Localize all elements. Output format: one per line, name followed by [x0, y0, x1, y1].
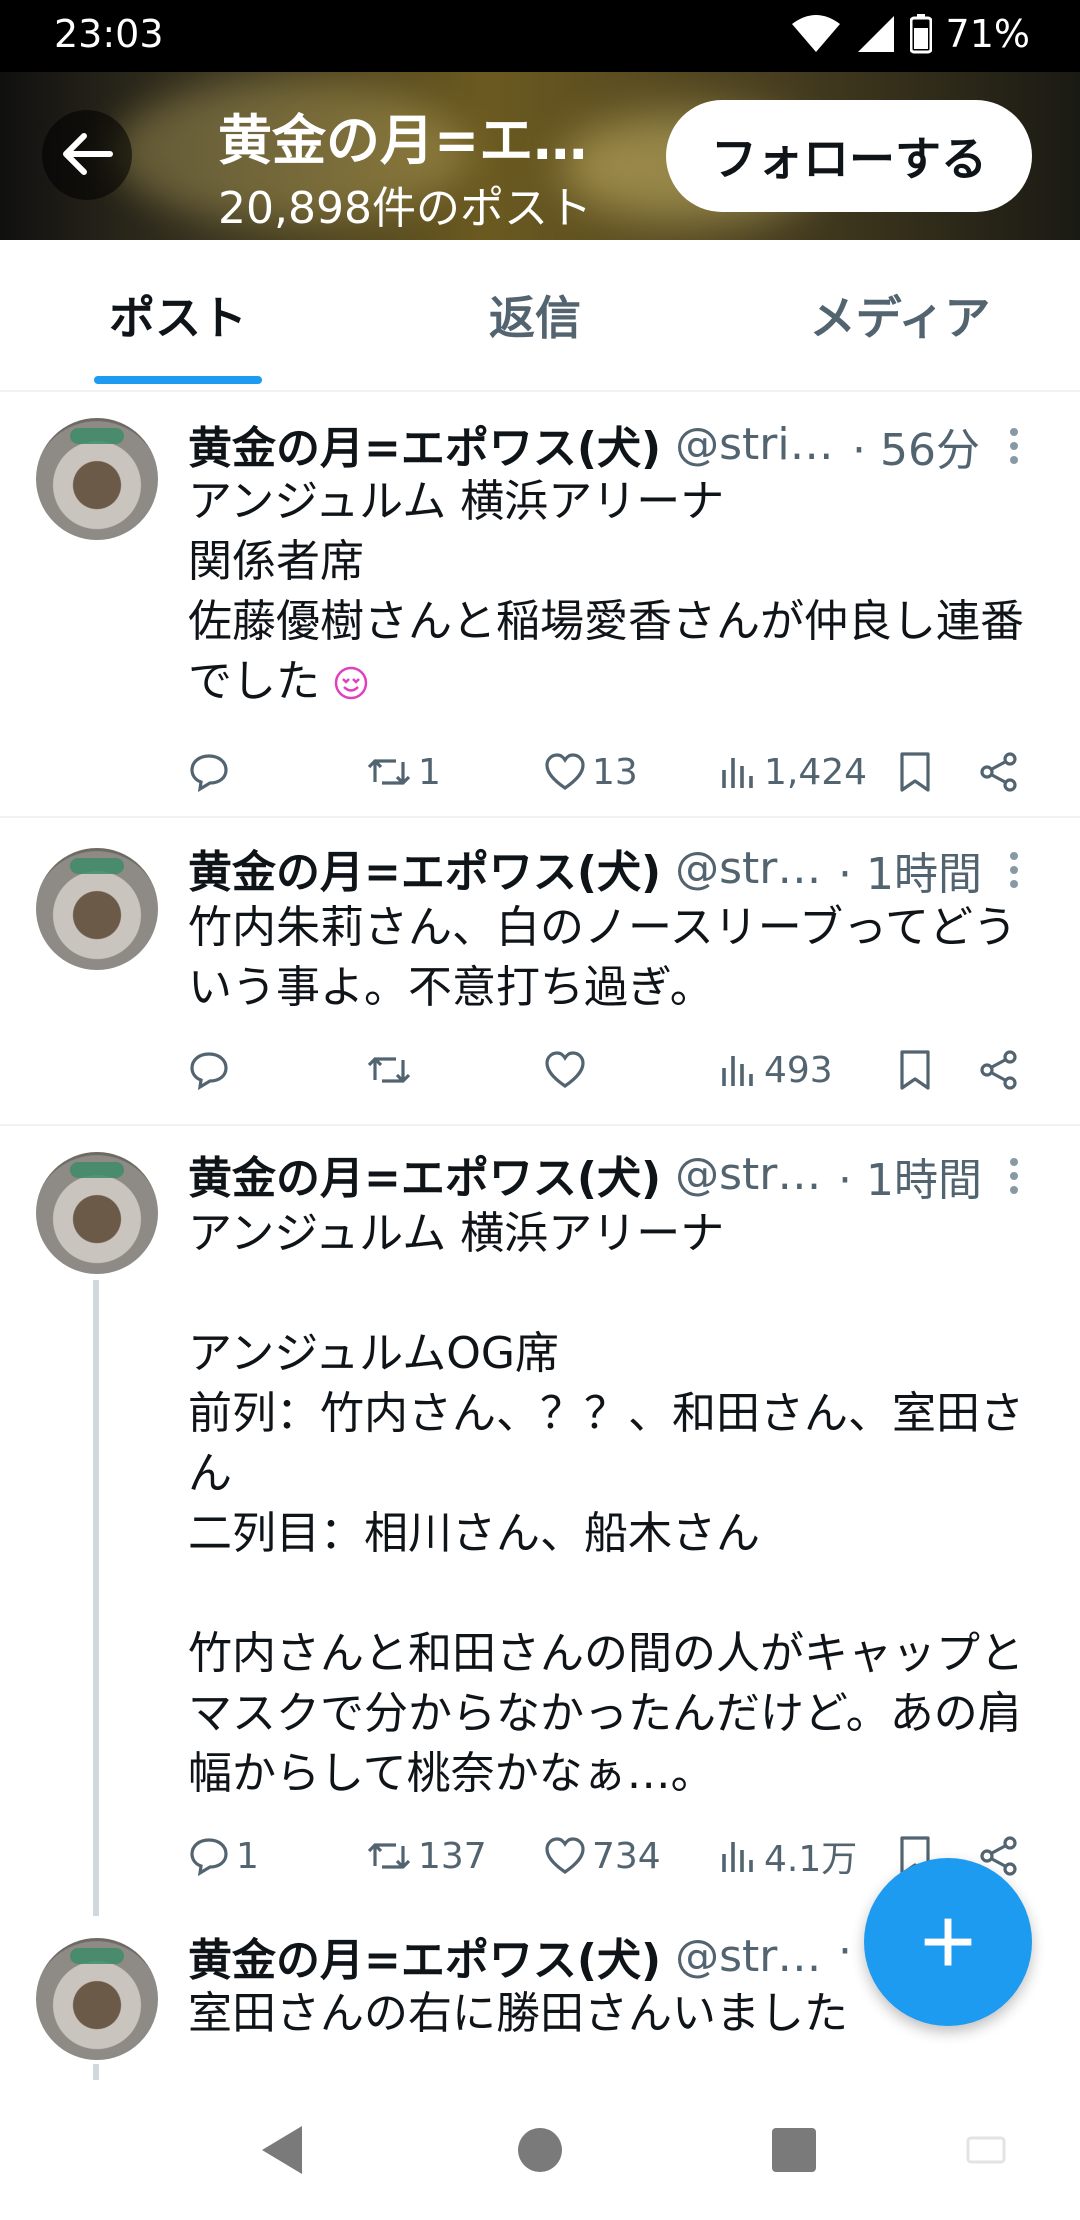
- reply-icon: [188, 752, 230, 792]
- tweet-author-handle: @stri…: [675, 1930, 828, 1982]
- like-button[interactable]: 13: [544, 742, 638, 802]
- reply-button[interactable]: [188, 1040, 236, 1100]
- back-button[interactable]: [42, 110, 132, 200]
- tweet[interactable]: 黄金の月=エポワス(犬) @strik… · 56分 アンジュルム 横浜アリーナ…: [0, 392, 1080, 818]
- like-button[interactable]: 734: [544, 1826, 661, 1886]
- reply-icon: [188, 1836, 230, 1876]
- battery-icon: [909, 14, 932, 54]
- follow-button[interactable]: フォローする: [666, 100, 1032, 212]
- tweet-time: · 1時間: [838, 1155, 982, 1206]
- reply-icon: [188, 1050, 230, 1090]
- retweet-count: 137: [418, 1835, 487, 1877]
- post-count: 20,898件のポスト: [218, 183, 592, 234]
- nav-recents-icon[interactable]: [764, 2120, 824, 2180]
- avatar[interactable]: [36, 418, 158, 540]
- views-button[interactable]: 1,424: [720, 742, 867, 802]
- view-count: 1,424: [764, 751, 868, 793]
- analytics-icon: [720, 1836, 758, 1876]
- tweet-author-name: 黄金の月=エポワス(犬): [188, 1935, 662, 1986]
- retweet-button[interactable]: [366, 1040, 418, 1100]
- tweet-text: 竹内朱莉さん、白のノースリーブってどう いう事よ。不意打ち過ぎ。: [188, 902, 1017, 1013]
- reply-count: 1: [236, 1835, 259, 1877]
- profile-header: 黄金の月=エ… 20,898件のポスト フォローする: [0, 72, 1080, 240]
- tweet-text-content: アンジュルム 横浜アリーナ 関係者席 佐藤優樹さんと稲場愛香さんが仲良し連番 で…: [188, 476, 1024, 707]
- nav-back-icon[interactable]: [252, 2120, 312, 2180]
- tab-posts[interactable]: ポスト: [60, 240, 296, 390]
- retweet-icon: [366, 1836, 412, 1876]
- bookmark-button[interactable]: [898, 742, 932, 802]
- tweet[interactable]: 黄金の月=エポワス(犬) @stri… · 1時間 竹内朱莉さん、白のノースリー…: [0, 818, 1080, 1126]
- views-button[interactable]: 493: [720, 1040, 833, 1100]
- analytics-icon: [720, 752, 758, 792]
- tab-media[interactable]: メディア: [780, 240, 1020, 390]
- tweet[interactable]: 黄金の月=エポワス(犬) @stri… · 1時間 アンジュルム 横浜アリーナ …: [0, 1126, 1080, 1916]
- tab-replies[interactable]: 返信: [420, 240, 650, 390]
- like-button[interactable]: [544, 1040, 592, 1100]
- wifi-icon: [790, 14, 842, 54]
- tweet-author-name: 黄金の月=エポワス(犬): [188, 1153, 662, 1204]
- view-count: 493: [764, 1049, 833, 1091]
- tweet-time: · 1時間: [838, 849, 982, 900]
- avatar[interactable]: [36, 1938, 158, 2060]
- bookmark-button[interactable]: [898, 1040, 932, 1100]
- more-options-icon[interactable]: [1010, 852, 1020, 894]
- bookmark-icon: [898, 751, 932, 793]
- heart-icon: [544, 1836, 586, 1876]
- rotate-icon[interactable]: [956, 2120, 1016, 2180]
- like-count: 734: [592, 1835, 661, 1877]
- status-bar: 23:03 71%: [0, 0, 1080, 72]
- share-button[interactable]: [978, 1040, 1020, 1100]
- share-icon: [978, 1049, 1020, 1091]
- tweet-time: ·: [838, 1926, 852, 1977]
- heart-icon: [544, 1050, 586, 1090]
- bookmark-icon: [898, 1049, 932, 1091]
- tweet-author-handle: @stri…: [675, 1148, 828, 1200]
- reply-button[interactable]: 1: [188, 1826, 259, 1886]
- retweet-count: 1: [418, 751, 441, 793]
- analytics-icon: [720, 1050, 758, 1090]
- signal-icon: [856, 14, 896, 54]
- avatar[interactable]: [36, 848, 158, 970]
- reply-button[interactable]: [188, 742, 236, 802]
- status-time: 23:03: [54, 12, 164, 56]
- like-count: 13: [592, 751, 638, 793]
- retweet-icon: [366, 752, 412, 792]
- share-icon: [978, 751, 1020, 793]
- tweet-author-handle: @strik…: [675, 418, 848, 470]
- retweet-button[interactable]: 137: [366, 1826, 487, 1886]
- more-options-icon[interactable]: [1010, 1158, 1020, 1200]
- nav-home-icon[interactable]: [510, 2120, 570, 2180]
- compose-button[interactable]: +: [864, 1858, 1032, 2026]
- arrow-left-icon: [60, 132, 114, 179]
- emoji-icon: [334, 656, 368, 707]
- tab-indicator: [94, 376, 262, 384]
- avatar[interactable]: [36, 1152, 158, 1274]
- tweet-text: アンジュルム 横浜アリーナ 関係者席 佐藤優樹さんと稲場愛香さんが仲良し連番 で…: [188, 472, 1048, 720]
- profile-tabs: ポスト 返信 メディア: [0, 240, 1080, 392]
- tweet-author-name: 黄金の月=エポワス(犬): [188, 847, 662, 898]
- tweet-author-name: 黄金の月=エポワス(犬): [188, 423, 662, 474]
- system-nav-bar: [0, 2080, 1080, 2220]
- header-title: 黄金の月=エ…: [218, 109, 588, 172]
- views-button[interactable]: 4.1万: [720, 1826, 857, 1886]
- thread-line: [93, 2064, 99, 2080]
- more-options-icon[interactable]: [1010, 428, 1020, 470]
- battery-percent: 71%: [945, 12, 1030, 56]
- share-button[interactable]: [978, 742, 1020, 802]
- tweet-time: · 56分: [852, 425, 980, 476]
- retweet-icon: [366, 1050, 412, 1090]
- tweet-text: アンジュルム 横浜アリーナ アンジュルムOG席 前列：竹内さん、？？、和田さん、…: [188, 1208, 1024, 1799]
- view-count: 4.1万: [764, 1839, 858, 1880]
- heart-icon: [544, 752, 586, 792]
- thread-line: [93, 1280, 99, 1916]
- tweet-author-handle: @stri…: [675, 842, 828, 894]
- retweet-button[interactable]: 1: [366, 742, 441, 802]
